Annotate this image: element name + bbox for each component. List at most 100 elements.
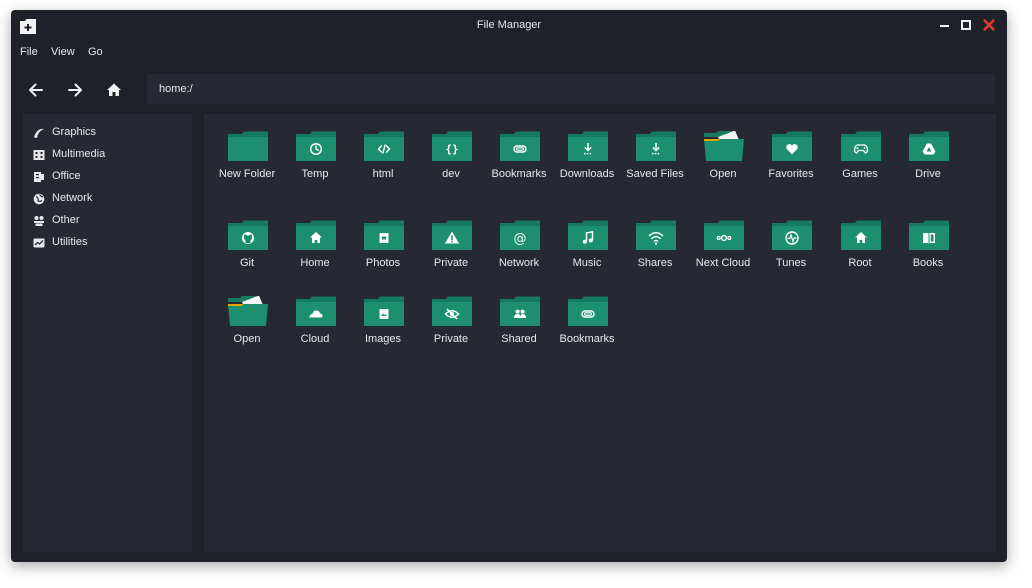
- sidebar-item-label: Utilities: [52, 236, 88, 248]
- sidebar-item-label: Multimedia: [52, 148, 106, 160]
- folder-home-icon: [841, 220, 881, 252]
- folder-label: Favorites: [768, 168, 814, 180]
- menu-file[interactable]: File: [20, 46, 38, 58]
- folder-download-icon: [636, 131, 676, 163]
- folder-item-next-cloud[interactable]: Next Cloud: [689, 203, 757, 269]
- sidebar-item-office[interactable]: Office: [33, 168, 183, 186]
- folder-eye-off-icon: [432, 296, 472, 328]
- folder-home-icon: [296, 220, 336, 252]
- folder-item-shared[interactable]: Shared: [485, 279, 553, 345]
- folder-item-root[interactable]: Root: [826, 203, 894, 269]
- folder-item-git[interactable]: Git: [213, 203, 281, 269]
- folder-wifi-icon: [636, 220, 676, 252]
- folder-cloud-icon: [296, 296, 336, 328]
- folder-label: Drive: [915, 168, 941, 180]
- folder-open-icon: [228, 295, 268, 328]
- forward-button[interactable]: [65, 80, 85, 100]
- svg-text:{}: {}: [445, 143, 458, 156]
- folder-item-cloud[interactable]: Cloud: [281, 279, 349, 345]
- folder-code-icon: [364, 131, 404, 163]
- folder-clock-icon: [296, 131, 336, 163]
- folder-item-temp[interactable]: Temp: [281, 114, 349, 180]
- sidebar: Graphics Multimedia Office Network Other…: [23, 114, 192, 552]
- folder-item-open-2[interactable]: Open: [213, 279, 281, 345]
- address-bar: [147, 74, 995, 104]
- title-bar: File Manager: [11, 10, 1007, 42]
- folder-paperclip-icon: [500, 131, 540, 163]
- folder-braces-icon: {}: [432, 131, 472, 163]
- folder-none-icon: [228, 131, 268, 163]
- folder-drive-icon: [909, 131, 949, 163]
- menu-go[interactable]: Go: [88, 46, 103, 58]
- folder-paperclip-icon: [568, 296, 608, 328]
- folder-pulse-icon: [772, 220, 812, 252]
- svg-text:@: @: [514, 231, 527, 246]
- back-button[interactable]: [26, 80, 46, 100]
- folder-at-icon: @: [500, 220, 540, 252]
- folder-item-open[interactable]: Open: [689, 114, 757, 180]
- file-manager-window: File Manager File View Go home:/ Graphic…: [11, 10, 1007, 562]
- sidebar-item-network[interactable]: Network: [33, 190, 183, 208]
- folder-item-new-folder[interactable]: New Folder: [213, 114, 281, 180]
- folder-item-tunes[interactable]: Tunes: [757, 203, 825, 269]
- other-icon: [34, 216, 44, 226]
- folder-item-bookmarks-2[interactable]: Bookmarks: [553, 279, 621, 345]
- folder-download-icon: [568, 131, 608, 163]
- folder-item-images[interactable]: Images: [349, 279, 417, 345]
- folder-book-icon: [909, 220, 949, 252]
- office-icon: [34, 172, 44, 182]
- folder-item-network[interactable]: @ Network: [485, 203, 553, 269]
- home-icon: [107, 83, 121, 96]
- folder-people-icon: [500, 296, 540, 328]
- maximize-button[interactable]: [957, 16, 975, 34]
- folder-item-shares[interactable]: Shares: [621, 203, 689, 269]
- folder-open-icon: [704, 130, 744, 163]
- multimedia-icon: [33, 150, 45, 160]
- sidebar-item-label: Office: [52, 170, 81, 182]
- folder-photo-icon: [364, 220, 404, 252]
- folder-item-private[interactable]: Private: [417, 203, 485, 269]
- folder-item-books[interactable]: Books: [894, 203, 962, 269]
- minimize-button[interactable]: [936, 16, 954, 34]
- folder-item-photos[interactable]: Photos: [349, 203, 417, 269]
- folder-github-icon: [228, 220, 268, 252]
- folder-item-drive[interactable]: Drive: [894, 114, 962, 180]
- folder-item-dev[interactable]: {} dev: [417, 114, 485, 180]
- folder-item-private-2[interactable]: Private: [417, 279, 485, 345]
- folder-image-icon: [364, 296, 404, 328]
- sidebar-item-graphics[interactable]: Graphics: [33, 124, 183, 142]
- folder-warning-icon: [432, 220, 472, 252]
- folder-music-icon: [568, 220, 608, 252]
- network-icon: [33, 193, 45, 205]
- folder-label: Bookmarks: [559, 333, 615, 345]
- menu-view[interactable]: View: [51, 46, 75, 58]
- sidebar-item-multimedia[interactable]: Multimedia: [33, 146, 183, 164]
- folder-view: New Folder Temp html{} dev Bookmarks Download…: [204, 114, 996, 552]
- sidebar-item-label: Graphics: [52, 126, 97, 138]
- folder-item-home[interactable]: Home: [281, 203, 349, 269]
- arrow-left-icon: [29, 83, 43, 97]
- folder-item-music[interactable]: Music: [553, 203, 621, 269]
- sidebar-item-utilities[interactable]: Utilities: [33, 234, 183, 252]
- folder-label: Tunes: [775, 257, 807, 269]
- close-button[interactable]: [980, 16, 998, 34]
- folder-item-games[interactable]: Games: [826, 114, 894, 180]
- toolbar: [11, 72, 1007, 108]
- window-title: File Manager: [476, 19, 542, 31]
- folder-item-saved-files[interactable]: Saved Files: [621, 114, 689, 180]
- folder-heart-icon: [772, 131, 812, 163]
- folder-gamepad-icon: [841, 131, 881, 163]
- utilities-icon: [33, 238, 45, 248]
- arrow-right-icon: [68, 83, 82, 97]
- graphics-icon: [34, 128, 44, 138]
- address-input[interactable]: [159, 82, 959, 96]
- folder-item-downloads[interactable]: Downloads: [553, 114, 621, 180]
- sidebar-item-label: Other: [52, 214, 80, 226]
- folder-item-favorites[interactable]: Favorites: [757, 114, 825, 180]
- folder-label: Books: [912, 257, 944, 269]
- home-button[interactable]: [104, 80, 124, 100]
- folder-item-bookmarks[interactable]: Bookmarks: [485, 114, 553, 180]
- sidebar-item-other[interactable]: Other: [33, 212, 183, 230]
- folder-item-html[interactable]: html: [349, 114, 417, 180]
- folder-nextcloud-icon: [704, 220, 744, 252]
